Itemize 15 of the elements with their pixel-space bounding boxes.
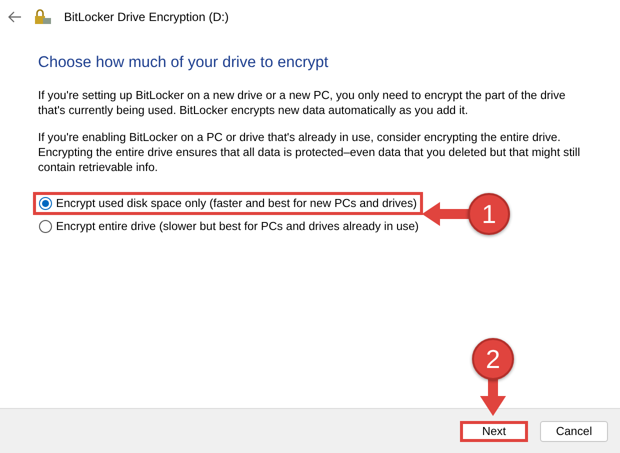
arrow	[480, 378, 506, 416]
back-arrow-icon[interactable]	[8, 11, 22, 23]
description-paragraph: If you're enabling BitLocker on a PC or drive that's already in use, consider encrypting the entire drive. Encrypting the entire drive ensures that all data is protected–even data that you deleted but that might still contain retrievable info.	[38, 130, 582, 175]
radio-button[interactable]	[39, 197, 52, 210]
dialog-button[interactable]: Cancel	[540, 420, 608, 442]
radio-button[interactable]	[39, 220, 52, 233]
drive-lock-icon	[34, 9, 52, 25]
window-title: BitLocker Drive Encryption (D:)	[64, 10, 229, 24]
step-number: 1	[468, 193, 510, 235]
page-heading: Choose how much of your drive to encrypt	[38, 54, 330, 72]
dialog-button[interactable]: Next	[460, 420, 528, 442]
radio-label[interactable]: Encrypt entire drive (slower but best for PCs and drives already in use)	[56, 220, 419, 233]
step-number: 2	[472, 338, 514, 380]
description-paragraph: If you're setting up BitLocker on a new drive or a new PC, you only need to encrypt the part of the drive that's currently being used. BitLocker encrypts new data automatically as you add it.	[38, 88, 566, 118]
radio-label[interactable]: Encrypt used disk space only (faster and best for new PCs and drives)	[56, 197, 417, 210]
